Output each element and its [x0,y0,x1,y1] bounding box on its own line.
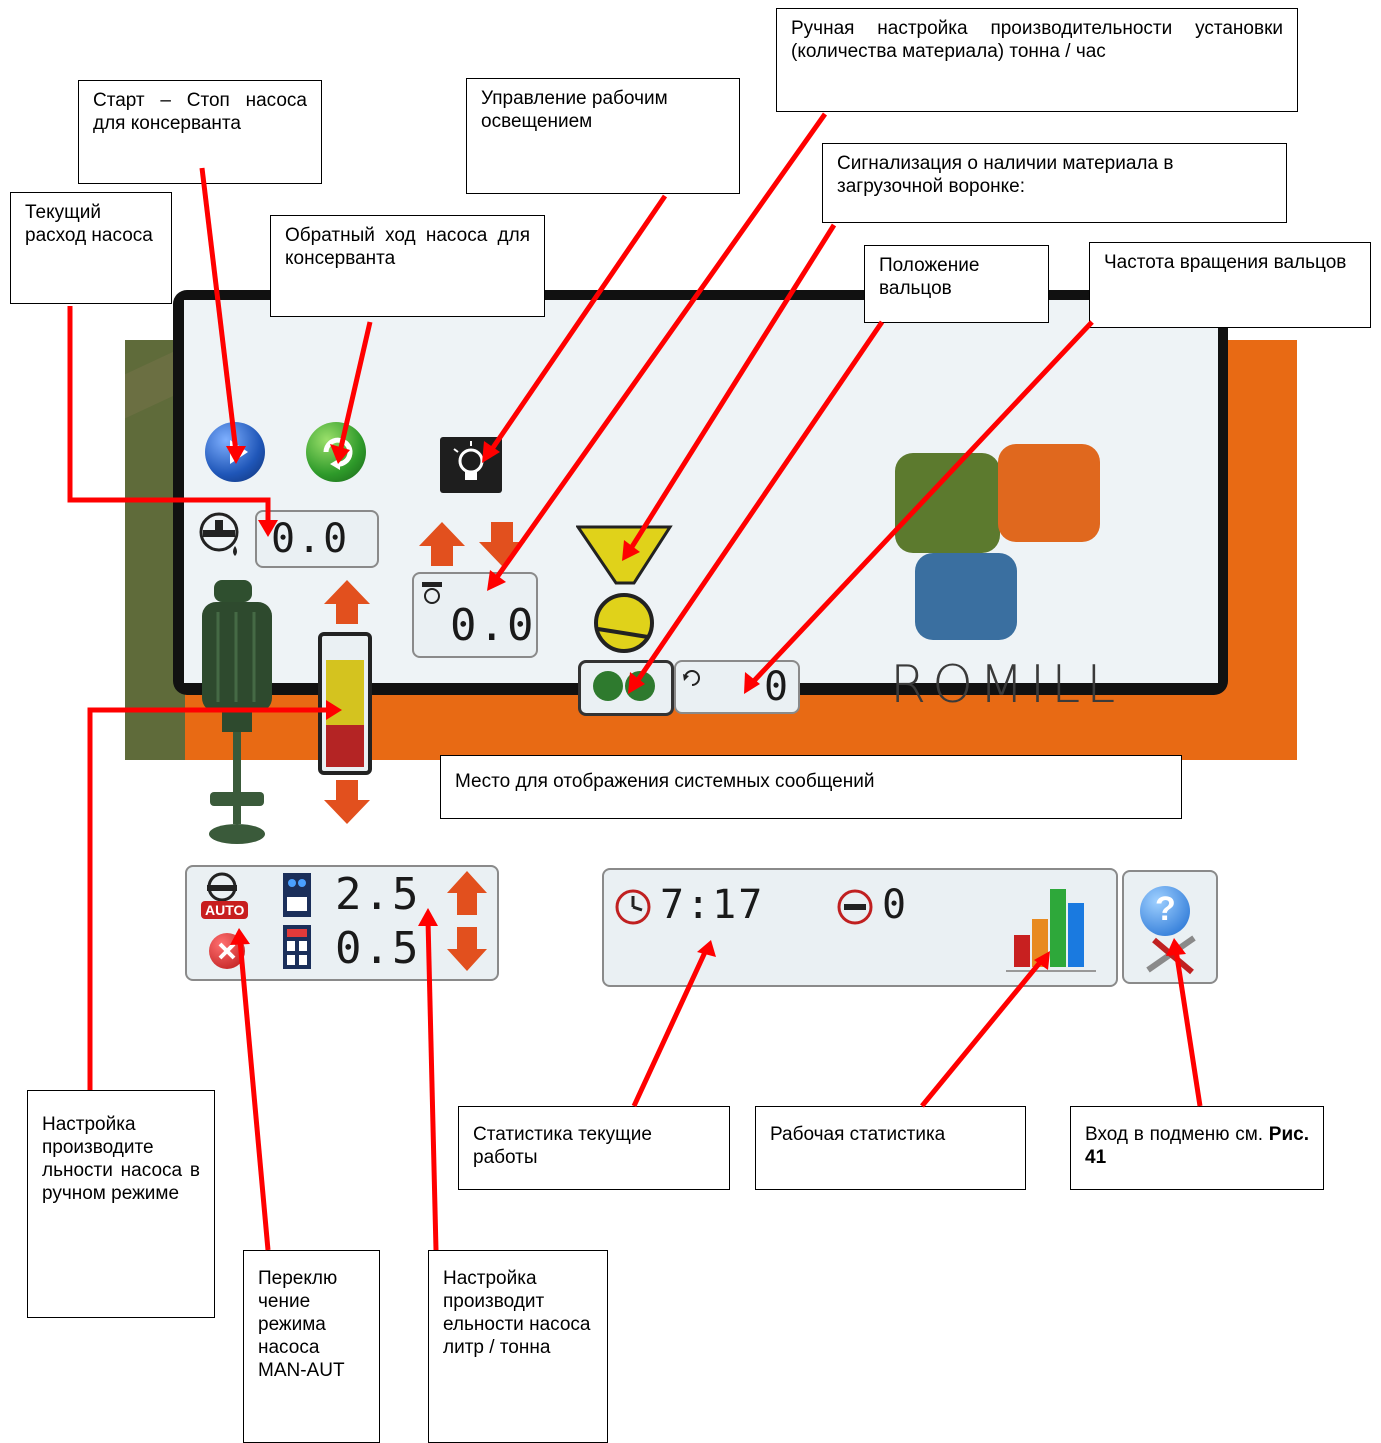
arrow-start-stop [199,167,239,453]
arrow-submenu [1173,949,1203,1107]
arrow-roller-speed [750,320,1094,685]
arrowhead [622,540,640,561]
arrow-capacity [492,112,828,582]
arrow-hopper [627,223,837,552]
arrowhead [487,570,506,591]
arrow-work-stats [920,958,1044,1108]
arrow-roller-position [633,320,885,685]
arrow-reverse [337,321,373,453]
callout-arrows [67,112,1203,1251]
arrowhead [697,940,716,957]
arrowhead [326,700,342,720]
arrowhead [230,928,250,945]
arrowhead [258,520,278,537]
arrowhead [1166,938,1186,956]
arrowhead [330,444,350,464]
arrow-lighting [487,194,668,454]
arrow-mode-switch [237,939,271,1251]
arrow-pump-rate [425,919,439,1251]
arrow-pump-manual [87,707,330,1090]
arrowhead [226,446,246,464]
arrow-current-flow [67,306,271,525]
arrow-current-stats [631,948,709,1108]
arrowhead [418,908,438,926]
